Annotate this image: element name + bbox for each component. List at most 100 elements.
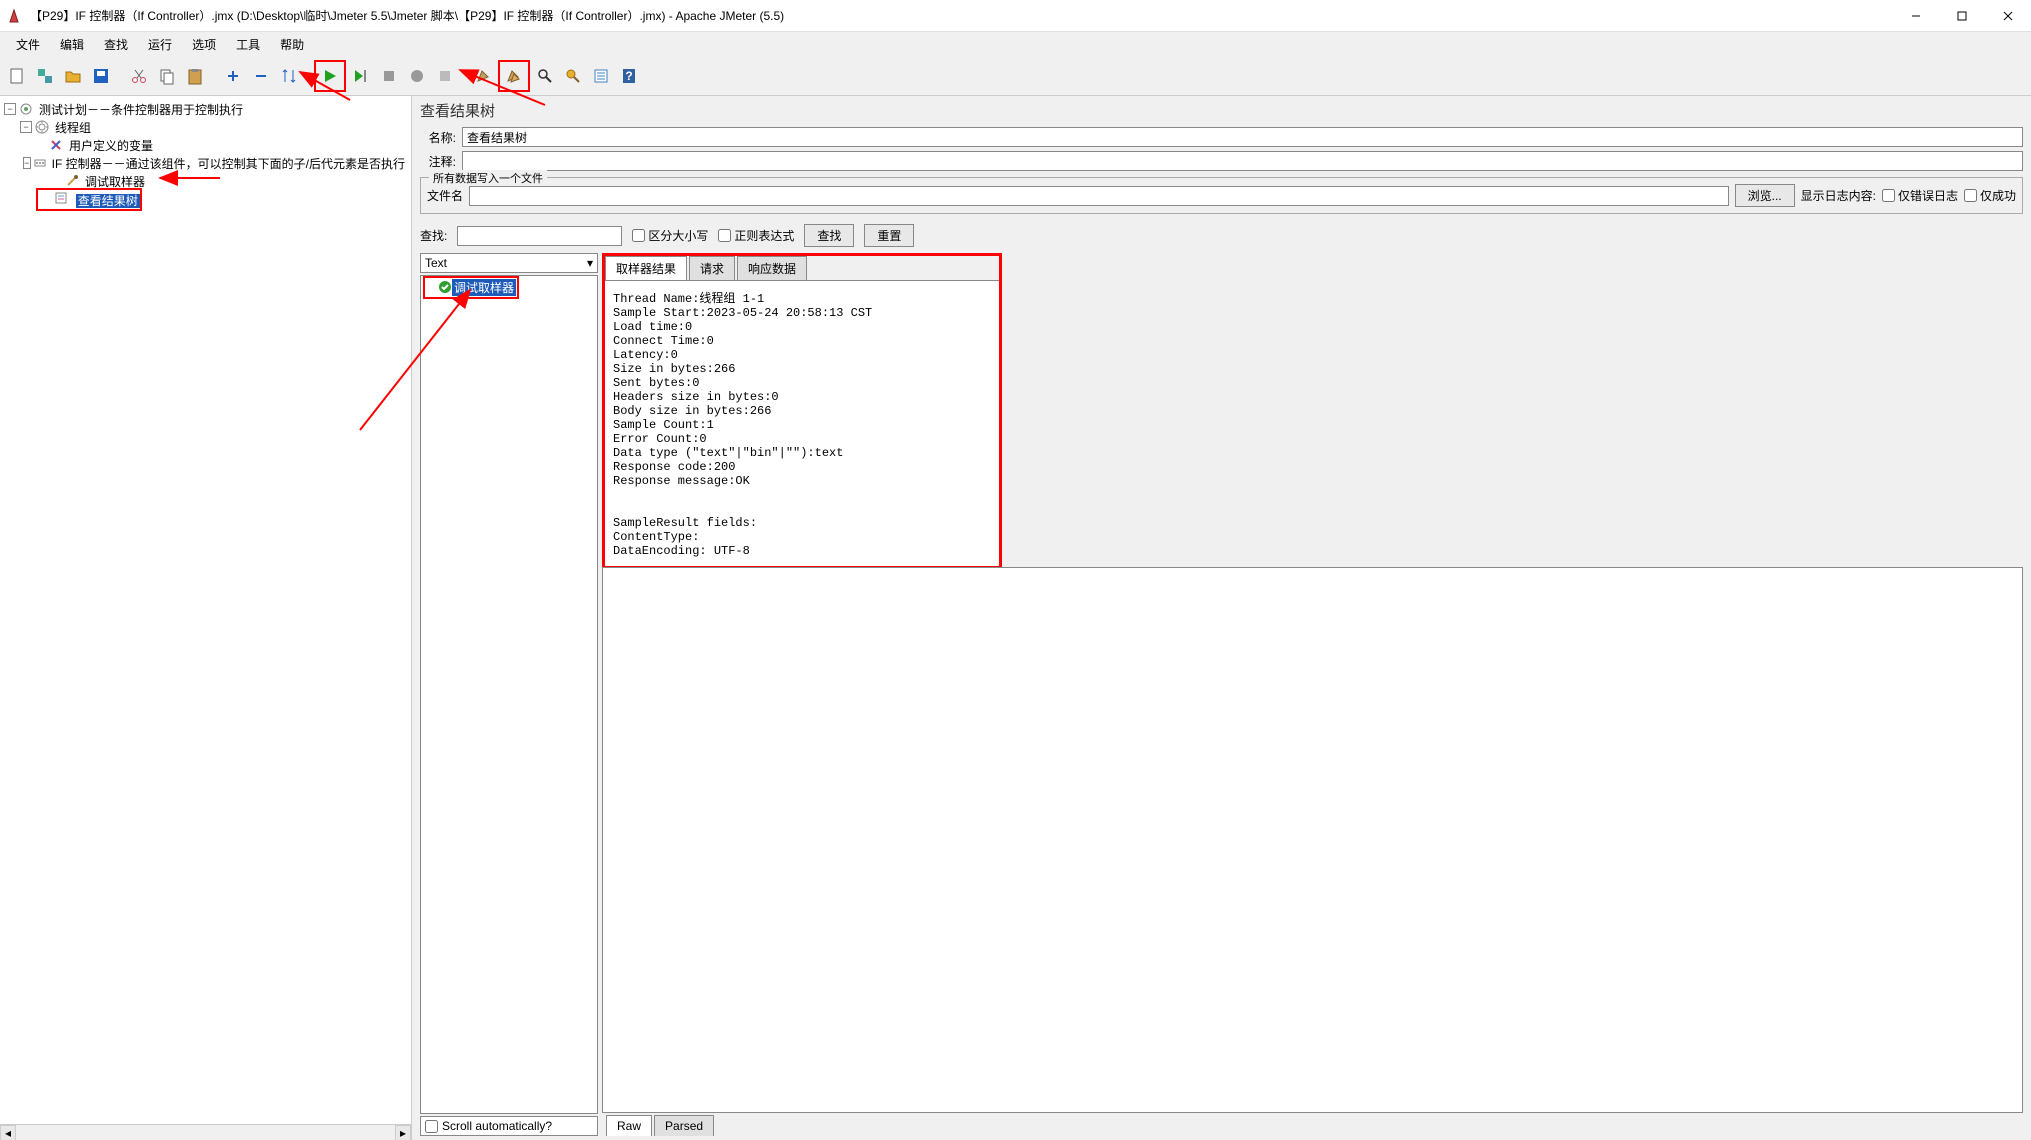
tree-hscrollbar[interactable]: ◂ ▸ — [0, 1124, 411, 1140]
collapse-icon[interactable]: − — [23, 157, 31, 169]
menu-run[interactable]: 运行 — [140, 34, 180, 55]
sample-output[interactable]: Thread Name:线程组 1-1 Sample Start:2023-05… — [605, 281, 999, 566]
start-notimers-icon[interactable] — [348, 63, 374, 89]
maximize-button[interactable] — [1939, 0, 1985, 32]
threadgroup-icon — [34, 119, 50, 135]
bottom-tabs: Raw Parsed — [602, 1115, 2023, 1136]
result-item[interactable]: 调试取样器 — [423, 278, 595, 296]
showlog-label: 显示日志内容: — [1801, 187, 1876, 204]
save-icon[interactable] — [88, 63, 114, 89]
templates-icon[interactable] — [32, 63, 58, 89]
filename-label: 文件名 — [427, 187, 463, 204]
function-icon[interactable] — [588, 63, 614, 89]
titlebar: 【P29】IF 控制器（If Controller）.jmx (D:\Deskt… — [0, 0, 2031, 32]
menu-help[interactable]: 帮助 — [272, 34, 312, 55]
scroll-auto-check[interactable]: Scroll automatically? — [420, 1116, 598, 1136]
tab-request[interactable]: 请求 — [689, 256, 735, 280]
result-label: 调试取样器 — [452, 279, 516, 296]
tree-resultstree[interactable]: 查看结果树 — [4, 190, 407, 208]
tree-ifcontroller[interactable]: − IF 控制器－－通过该组件，可以控制其下面的子/后代元素是否执行 — [4, 154, 407, 172]
remote-stop-icon[interactable] — [432, 63, 458, 89]
tab-parsed[interactable]: Parsed — [654, 1115, 714, 1136]
results-area: Text ▾ 调试取样器 Scroll automatically? — [412, 253, 2031, 1140]
tab-raw[interactable]: Raw — [606, 1115, 652, 1136]
tab-response[interactable]: 响应数据 — [737, 256, 807, 280]
renderer-dropdown[interactable]: Text ▾ — [420, 253, 598, 273]
menubar: 文件 编辑 查找 运行 选项 工具 帮助 — [0, 32, 2031, 56]
tree-label: 查看结果树 — [76, 194, 140, 208]
scroll-auto-label: Scroll automatically? — [442, 1119, 552, 1133]
start-icon[interactable] — [317, 63, 343, 89]
tree-label: IF 控制器－－通过该组件，可以控制其下面的子/后代元素是否执行 — [50, 155, 407, 172]
cut-icon[interactable] — [126, 63, 152, 89]
comment-label: 注释: — [420, 153, 456, 170]
paste-icon[interactable] — [182, 63, 208, 89]
main-split: − 测试计划－－条件控制器用于控制执行 − 线程组 用户定义的变量 − IF 控… — [0, 96, 2031, 1140]
file-output-fieldset: 所有数据写入一个文件 文件名 浏览... 显示日志内容: 仅错误日志 仅成功 — [420, 177, 2023, 214]
tree-uservars[interactable]: 用户定义的变量 — [4, 136, 407, 154]
search-label: 查找: — [420, 227, 447, 244]
stop-icon[interactable] — [376, 63, 402, 89]
toolbar: ? — [0, 56, 2031, 96]
new-icon[interactable] — [4, 63, 30, 89]
expand-icon[interactable] — [220, 63, 246, 89]
menu-edit[interactable]: 编辑 — [52, 34, 92, 55]
menu-tools[interactable]: 工具 — [228, 34, 268, 55]
success-only-check[interactable]: 仅成功 — [1964, 187, 2016, 204]
open-icon[interactable] — [60, 63, 86, 89]
window-title: 【P29】IF 控制器（If Controller）.jmx (D:\Deskt… — [30, 7, 1893, 24]
regex-check[interactable]: 正则表达式 — [718, 227, 794, 244]
chevron-down-icon: ▾ — [587, 256, 593, 270]
toggle-icon[interactable] — [276, 63, 302, 89]
menu-options[interactable]: 选项 — [184, 34, 224, 55]
fieldset-legend: 所有数据写入一个文件 — [429, 170, 547, 186]
svg-text:?: ? — [625, 69, 632, 83]
name-input[interactable] — [462, 127, 2023, 147]
tree-label: 测试计划－－条件控制器用于控制执行 — [37, 101, 245, 118]
collapse-icon[interactable] — [248, 63, 274, 89]
tree-panel: − 测试计划－－条件控制器用于控制执行 − 线程组 用户定义的变量 − IF 控… — [0, 96, 412, 1140]
collapse-icon[interactable]: − — [20, 121, 32, 133]
uservars-icon — [48, 137, 64, 153]
reset-button[interactable]: 重置 — [864, 224, 914, 247]
search-icon[interactable] — [532, 63, 558, 89]
copy-icon[interactable] — [154, 63, 180, 89]
search-button[interactable]: 查找 — [804, 224, 854, 247]
renderer-value: Text — [425, 256, 447, 270]
scroll-left-icon[interactable]: ◂ — [0, 1125, 16, 1140]
filename-input[interactable] — [469, 186, 1729, 206]
menu-file[interactable]: 文件 — [8, 34, 48, 55]
results-search-input[interactable] — [457, 226, 622, 246]
case-sensitive-check[interactable]: 区分大小写 — [632, 227, 708, 244]
resultstree-icon — [53, 190, 69, 206]
result-tabs: 取样器结果 请求 响应数据 — [605, 256, 999, 281]
results-left: Text ▾ 调试取样器 Scroll automatically? — [420, 253, 598, 1136]
error-only-check[interactable]: 仅错误日志 — [1882, 187, 1958, 204]
comment-input[interactable] — [462, 151, 2023, 171]
testplan-icon — [18, 101, 34, 117]
detail-panel: 查看结果树 名称: 注释: 所有数据写入一个文件 文件名 浏览... 显示日志内… — [412, 96, 2031, 1140]
scroll-right-icon[interactable]: ▸ — [395, 1125, 411, 1140]
tree-label: 线程组 — [53, 119, 93, 136]
minimize-button[interactable] — [1893, 0, 1939, 32]
results-list[interactable]: 调试取样器 — [420, 275, 598, 1114]
tree-testplan[interactable]: − 测试计划－－条件控制器用于控制执行 — [4, 100, 407, 118]
shutdown-icon[interactable] — [404, 63, 430, 89]
close-button[interactable] — [1985, 0, 2031, 32]
jmeter-icon — [8, 8, 24, 24]
name-label: 名称: — [420, 129, 456, 146]
clear-all-icon[interactable] — [501, 63, 527, 89]
success-icon — [438, 280, 452, 294]
tree-label: 用户定义的变量 — [67, 137, 155, 154]
clear-icon[interactable] — [470, 63, 496, 89]
tree-threadgroup[interactable]: − 线程组 — [4, 118, 407, 136]
panel-header: 查看结果树 — [412, 96, 2031, 125]
browse-button[interactable]: 浏览... — [1735, 184, 1795, 207]
collapse-icon[interactable]: − — [4, 103, 16, 115]
tab-sampler[interactable]: 取样器结果 — [605, 256, 687, 280]
help-icon[interactable]: ? — [616, 63, 642, 89]
scroll-auto-checkbox[interactable] — [425, 1120, 438, 1133]
menu-search[interactable]: 查找 — [96, 34, 136, 55]
test-plan-tree[interactable]: − 测试计划－－条件控制器用于控制执行 − 线程组 用户定义的变量 − IF 控… — [0, 96, 411, 212]
reset-search-icon[interactable] — [560, 63, 586, 89]
